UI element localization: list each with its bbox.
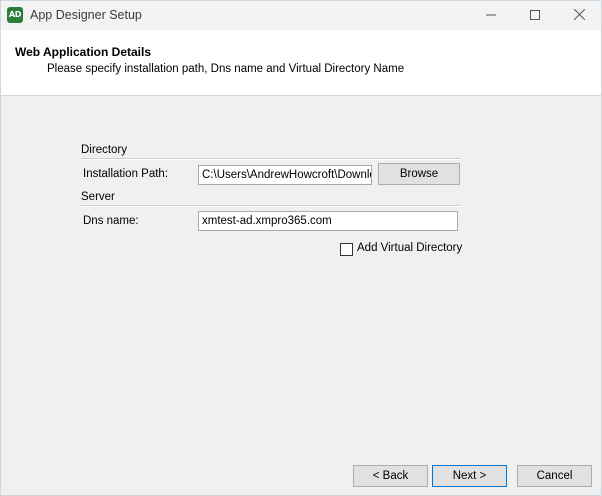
title-bar[interactable]: AD App Designer Setup: [1, 1, 601, 30]
close-icon: [573, 8, 585, 23]
maximize-icon: [530, 9, 540, 23]
add-virtual-directory-checkbox[interactable]: [340, 243, 353, 256]
directory-group-divider: [81, 158, 461, 160]
minimize-button[interactable]: [469, 1, 513, 30]
maximize-button[interactable]: [513, 1, 557, 30]
page-title: Web Application Details: [15, 45, 152, 59]
back-button[interactable]: < Back: [353, 465, 428, 487]
browse-button[interactable]: Browse: [378, 163, 460, 185]
dns-name-label: Dns name:: [83, 215, 139, 227]
close-button[interactable]: [557, 1, 601, 30]
setup-window: AD App Designer Setup Web Application De…: [0, 0, 602, 496]
page-subtitle: Please specify installation path, Dns na…: [47, 63, 405, 75]
add-virtual-directory-label[interactable]: Add Virtual Directory: [357, 242, 462, 254]
window-title: App Designer Setup: [30, 8, 142, 22]
server-group-label: Server: [81, 191, 115, 203]
minimize-icon: [486, 9, 496, 23]
app-logo-icon: AD: [7, 7, 23, 23]
next-button[interactable]: Next >: [432, 465, 507, 487]
server-group-divider: [81, 205, 461, 207]
installation-path-label: Installation Path:: [83, 168, 169, 180]
installation-path-input[interactable]: C:\Users\AndrewHowcroft\Downloads: [198, 165, 372, 185]
dns-name-input[interactable]: xmtest-ad.xmpro365.com: [198, 211, 458, 231]
cancel-button[interactable]: Cancel: [517, 465, 592, 487]
page-header: Web Application Details Please specify i…: [1, 30, 601, 96]
directory-group-label: Directory: [81, 144, 128, 156]
